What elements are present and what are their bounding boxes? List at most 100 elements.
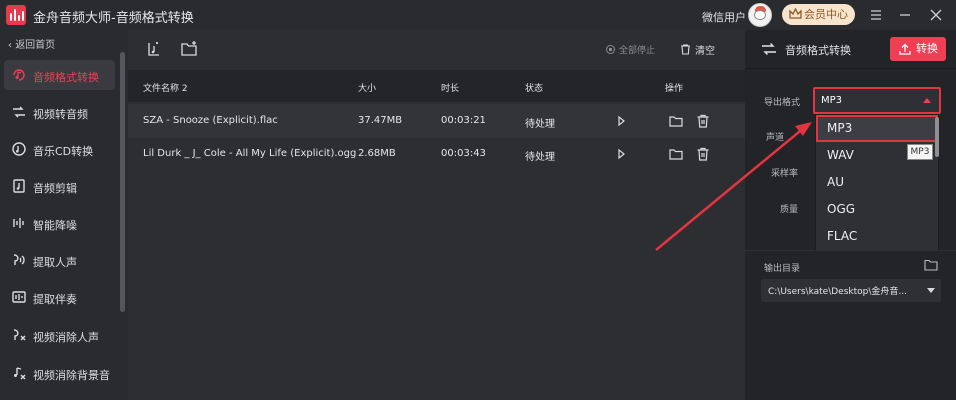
sidebar-item-label: 智能降噪 [33,219,77,232]
quality-label: 质量 [780,205,799,215]
output-dir-label: 输出目录 [764,264,801,274]
folder-icon[interactable] [668,113,684,129]
sidebar-item-audio-cut[interactable]: 音频剪辑 [4,171,115,201]
format-dropdown-list: MP3 WAV AU OGG FLAC [815,114,939,251]
sample-rate-label: 采样率 [771,169,799,179]
file-toolbar: 全部停止 清空 [128,30,745,68]
export-format-label: 导出格式 [764,98,801,108]
col-header-size: 大小 [358,84,377,94]
table-row[interactable]: SZA - Snooze (Explicit).flac 37.47MB 00:… [128,104,745,138]
window-title: 金舟音频大师-音频格式转换 [33,11,194,26]
vip-center-button[interactable]: 会员中心 [782,4,855,25]
app-logo [6,5,26,25]
chevron-up-icon [923,98,931,103]
back-home-label: 返回首页 [15,40,56,51]
delete-icon[interactable] [695,113,711,129]
export-format-value: MP3 [821,95,843,106]
table-row[interactable]: Lil Durk _ J_ Cole - All My Life (Explic… [128,137,745,171]
file-name: Lil Durk _ J_ Cole - All My Life (Explic… [143,148,357,159]
clear-button[interactable]: 清空 [680,42,715,57]
crown-icon [789,8,802,19]
file-size: 2.68MB [358,148,396,159]
back-home-link[interactable]: ‹ 返回首页 [8,36,55,51]
stop-icon [606,45,615,54]
trash-icon [681,44,690,55]
delete-icon[interactable] [695,146,711,162]
sidebar-item-video-remove-bg[interactable]: 视频消除背景音 [4,358,115,388]
stop-all-button[interactable]: 全部停止 [606,43,655,56]
channel-label: 声道 [766,133,785,143]
sidebar-item-audio-convert[interactable]: 音频格式转换 [4,60,115,90]
file-size: 37.47MB [358,115,403,126]
stop-all-label: 全部停止 [619,46,656,56]
noise-reduction-icon [13,218,24,228]
output-dir-select[interactable]: C:\Users\kate\Desktop\金舟音... [761,279,941,302]
output-dir-value: C:\Users\kate\Desktop\金舟音... [768,287,907,297]
music-convert-icon [13,69,25,81]
format-option-ogg[interactable]: OGG [816,196,938,223]
video-remove-bg-icon [14,367,26,380]
panel-title: 音频格式转换 [785,44,851,57]
sidebar-item-noise-reduction[interactable]: 智能降噪 [4,208,115,238]
folder-icon[interactable] [668,146,684,162]
upload-icon [899,43,911,55]
sidebar-item-label: 提取伴奏 [33,293,77,306]
add-folder-icon[interactable] [180,40,198,58]
sidebar-item-label: 提取人声 [33,256,77,269]
export-format-select[interactable]: MP3 [813,87,941,114]
col-header-status: 状态 [525,84,544,94]
extract-vocal-icon [13,254,25,265]
file-list-area: 全部停止 清空 文件名称 2 大小 时长 状态 操作 SZA - Snooze … [128,30,745,400]
sidebar: ‹ 返回首页 音频格式转换 视频转音频 音乐CD转换 音频剪辑 智能降噪 提取人… [0,30,128,400]
format-option-mp3[interactable]: MP3 [816,115,938,142]
divider [745,68,956,69]
close-icon[interactable] [926,5,946,25]
user-name[interactable]: 微信用户 [702,9,746,25]
vip-center-label: 会员中心 [804,8,848,21]
chevron-left-icon: ‹ [8,40,12,51]
play-icon[interactable] [613,113,629,129]
file-duration: 00:03:21 [441,115,486,126]
chevron-down-icon [927,288,935,293]
format-option-au[interactable]: AU [816,169,938,196]
convert-arrows-icon [762,43,776,55]
divider [745,250,956,251]
sidebar-item-video-remove-vocal[interactable]: 视频消除人声 [4,320,115,350]
settings-panel: 音频格式转换 转换 导出格式 声道 采样率 质量 MP3 MP3 WAV AU … [745,30,956,400]
col-header-name: 文件名称 2 [143,84,188,94]
format-option-flac[interactable]: FLAC [816,223,938,250]
file-status: 待处理 [525,152,555,163]
convert-button[interactable]: 转换 [890,37,946,61]
audio-cut-icon [13,179,25,193]
dropdown-scrollbar[interactable] [935,117,939,157]
clear-label: 清空 [695,46,715,57]
video-to-audio-icon [13,106,25,118]
sidebar-item-label: 视频消除人声 [33,331,99,344]
format-tooltip: MP3 [907,144,933,160]
avatar[interactable] [748,3,772,27]
file-duration: 00:03:43 [441,148,486,159]
convert-label: 转换 [916,42,938,55]
cd-icon [12,142,26,156]
sidebar-item-extract-vocal[interactable]: 提取人声 [4,245,115,275]
sidebar-item-cd-convert[interactable]: 音乐CD转换 [4,134,115,164]
col-header-actions: 操作 [665,84,684,94]
play-icon[interactable] [613,146,629,162]
folder-icon[interactable] [924,259,938,271]
sidebar-scrollbar[interactable] [120,52,125,312]
sidebar-item-label: 视频消除背景音 [33,369,110,382]
file-name: SZA - Snooze (Explicit).flac [143,115,278,126]
video-remove-vocal-icon [13,329,26,341]
col-header-duration: 时长 [441,84,460,94]
minimize-icon[interactable] [895,5,915,25]
sidebar-item-extract-accompaniment[interactable]: 提取伴奏 [4,282,115,312]
add-file-icon[interactable] [146,40,164,58]
sidebar-item-label: 视频转音频 [33,108,88,121]
sidebar-item-label: 音频格式转换 [33,71,99,84]
sidebar-item-label: 音乐CD转换 [33,145,94,158]
sidebar-item-video-to-audio[interactable]: 视频转音频 [4,97,115,127]
menu-icon[interactable] [866,5,886,25]
sidebar-item-label: 音频剪辑 [33,182,77,195]
title-bar: 金舟音频大师-音频格式转换 微信用户 会员中心 [0,0,956,30]
table-header: 文件名称 2 大小 时长 状态 操作 [128,70,745,102]
